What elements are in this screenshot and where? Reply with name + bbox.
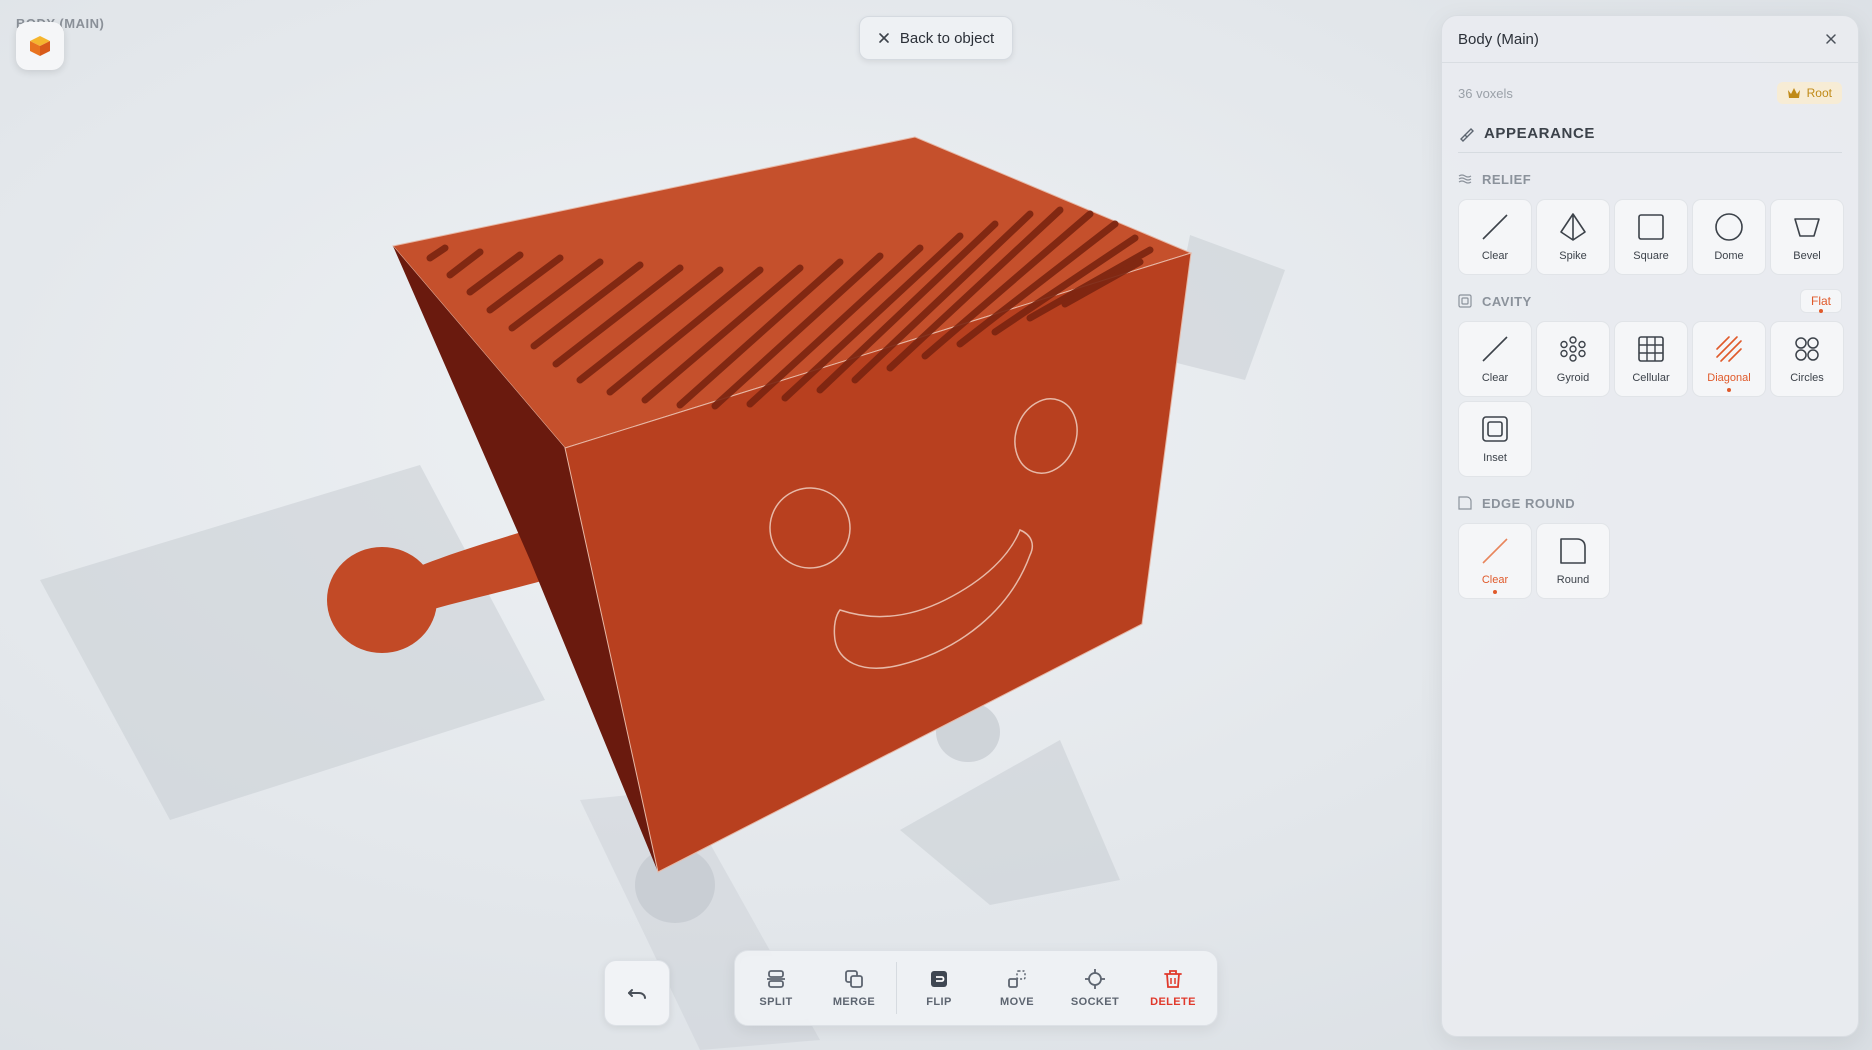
flip-button[interactable]: FLIP xyxy=(903,956,975,1020)
cavity-icon xyxy=(1458,294,1472,308)
merge-label: MERGE xyxy=(832,996,876,1008)
appearance-label: APPEARANCE xyxy=(1484,125,1596,142)
relief-header: RELIEF xyxy=(1458,169,1842,189)
edge-round-title: EDGE ROUND xyxy=(1482,495,1576,511)
grid-icon xyxy=(1638,336,1664,362)
relief-clear-option[interactable]: Clear xyxy=(1458,199,1532,275)
voxel-count: 36 voxels xyxy=(1458,85,1513,101)
cavity-diagonal-option[interactable]: Diagonal xyxy=(1692,321,1766,397)
pyramid-icon xyxy=(1560,213,1586,241)
move-label: MOVE xyxy=(1000,996,1034,1008)
split-icon xyxy=(767,970,785,988)
object-knob xyxy=(327,547,437,653)
square-icon xyxy=(1638,214,1664,240)
rounded-corner-icon xyxy=(1560,538,1586,564)
option-label: Square xyxy=(1633,250,1669,262)
relief-bevel-option[interactable]: Bevel xyxy=(1770,199,1844,275)
cube-icon xyxy=(30,36,50,56)
move-button[interactable]: MOVE xyxy=(981,956,1053,1020)
cavity-clear-option[interactable]: Clear xyxy=(1458,321,1532,397)
cavity-cellular-option[interactable]: Cellular xyxy=(1614,321,1688,397)
back-to-object-button[interactable]: Back to object xyxy=(859,16,1013,60)
back-to-object-label: Back to object xyxy=(899,29,995,47)
option-label: Clear xyxy=(1481,250,1509,262)
trapezoid-icon xyxy=(1794,218,1820,237)
appearance-section-title: APPEARANCE xyxy=(1458,125,1842,153)
waves-icon xyxy=(1458,174,1472,184)
undo-button[interactable] xyxy=(604,960,670,1026)
option-label: Bevel xyxy=(1793,250,1821,262)
option-label: Diagonal xyxy=(1707,372,1751,384)
option-label: Cellular xyxy=(1632,372,1670,384)
undo-icon xyxy=(628,989,646,999)
flip-label: FLIP xyxy=(926,996,952,1008)
circles-icon xyxy=(1795,337,1819,361)
root-badge: Root xyxy=(1776,82,1842,104)
cavity-header: CAVITY Flat xyxy=(1458,289,1842,313)
split-button[interactable]: SPLIT xyxy=(740,956,812,1020)
circle-icon xyxy=(1715,213,1743,241)
crown-icon xyxy=(1787,88,1800,98)
relief-spike-option[interactable]: Spike xyxy=(1536,199,1610,275)
floor-shadow xyxy=(40,465,545,820)
option-label: Clear xyxy=(1481,372,1509,384)
relief-options: Clear Spike Square Dome Bevel xyxy=(1458,199,1844,275)
cavity-circles-option[interactable]: Circles xyxy=(1770,321,1844,397)
move-icon xyxy=(1008,970,1026,988)
edge-round-header: EDGE ROUND xyxy=(1458,493,1842,513)
panel-header: Body (Main) xyxy=(1442,16,1858,63)
slash-icon xyxy=(1482,214,1508,240)
cavity-gyroid-option[interactable]: Gyroid xyxy=(1536,321,1610,397)
edge-round-clear-option[interactable]: Clear xyxy=(1458,523,1532,599)
option-label: Clear xyxy=(1481,574,1509,586)
option-label: Round xyxy=(1556,574,1590,586)
cavity-inset-option[interactable]: Inset xyxy=(1458,401,1532,477)
merge-icon xyxy=(845,970,863,988)
panel-title: Body (Main) xyxy=(1458,30,1539,48)
cavity-title: CAVITY xyxy=(1482,293,1532,309)
toolbar-divider xyxy=(896,962,897,1014)
relief-title: RELIEF xyxy=(1482,171,1532,187)
trash-icon xyxy=(1164,970,1182,988)
delete-button[interactable]: DELETE xyxy=(1137,956,1209,1020)
slash-icon xyxy=(1482,336,1508,362)
app-logo-button[interactable] xyxy=(16,22,64,70)
socket-button[interactable]: SOCKET xyxy=(1059,956,1131,1020)
option-label: Gyroid xyxy=(1556,372,1590,384)
close-icon xyxy=(879,33,889,43)
slash-icon xyxy=(1482,538,1508,564)
option-label: Circles xyxy=(1790,372,1824,384)
inset-icon xyxy=(1482,416,1508,442)
cavity-flat-toggle[interactable]: Flat xyxy=(1799,289,1842,313)
edge-round-icon xyxy=(1458,496,1472,510)
split-label: SPLIT xyxy=(759,996,793,1008)
relief-dome-option[interactable]: Dome xyxy=(1692,199,1766,275)
gyroid-icon xyxy=(1560,336,1586,362)
flip-icon xyxy=(931,971,947,987)
properties-panel: Body (Main) 36 voxels Root APPEARANCE RE… xyxy=(1441,15,1859,1037)
socket-label: SOCKET xyxy=(1070,996,1120,1008)
edit-toolbar: SPLIT MERGE FLIP MOVE SOCKET DELETE xyxy=(734,950,1218,1026)
cavity-options: Clear Gyroid Cellular Diagonal Circles I… xyxy=(1458,321,1844,477)
close-panel-button[interactable] xyxy=(1820,28,1842,50)
close-icon xyxy=(1826,34,1836,44)
edge-round-round-option[interactable]: Round xyxy=(1536,523,1610,599)
socket-icon xyxy=(1085,969,1105,989)
merge-button[interactable]: MERGE xyxy=(818,956,890,1020)
paintbrush-icon xyxy=(1460,127,1474,142)
option-label: Inset xyxy=(1483,452,1507,464)
delete-label: DELETE xyxy=(1150,996,1196,1008)
edge-round-options: Clear Round xyxy=(1458,523,1842,599)
option-label: Spike xyxy=(1559,250,1587,262)
relief-square-option[interactable]: Square xyxy=(1614,199,1688,275)
floor-shadow xyxy=(900,740,1120,905)
root-badge-label: Root xyxy=(1806,86,1832,100)
object-meta: 36 voxels Root xyxy=(1442,73,1858,113)
option-label: Dome xyxy=(1714,250,1744,262)
diagonal-lines-icon xyxy=(1716,336,1742,362)
